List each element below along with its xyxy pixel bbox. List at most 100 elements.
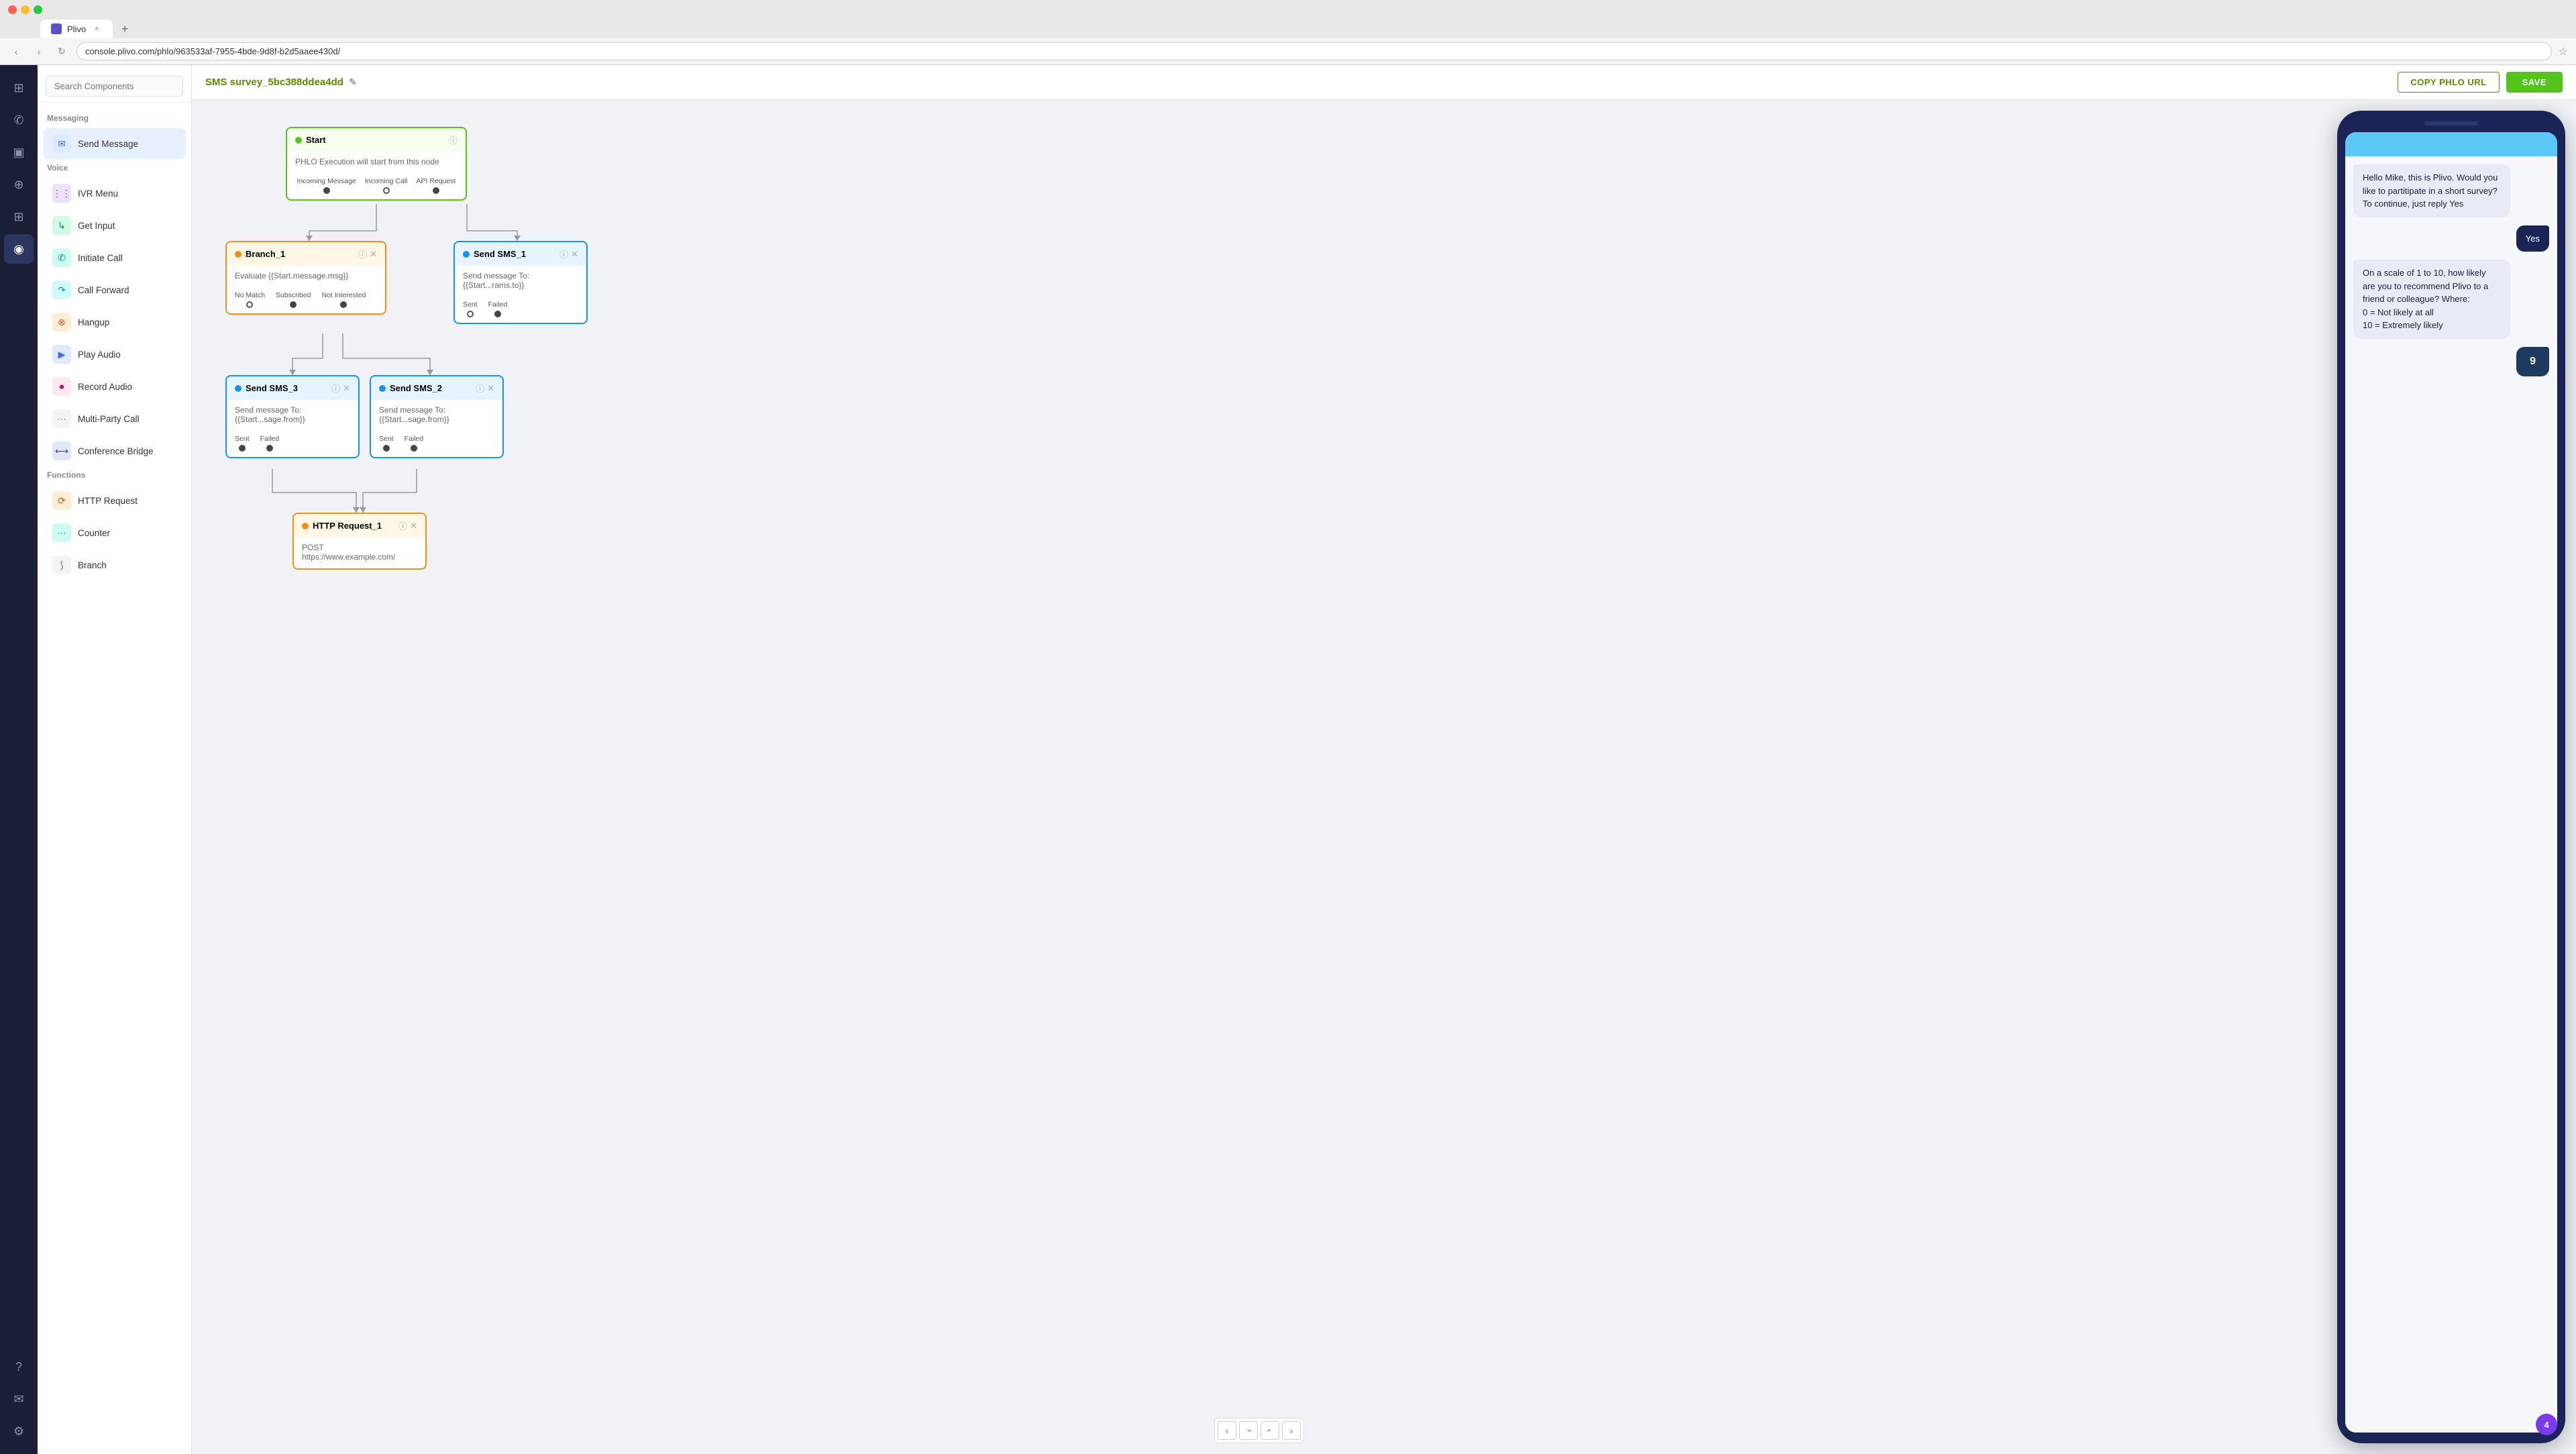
send-sms1-close-icon[interactable]: ✕ [571,249,578,260]
refresh-button[interactable]: ↻ [54,44,70,60]
port-no-match: No Match [235,291,265,308]
search-input[interactable] [46,76,183,97]
canvas[interactable]: Start ⓘ PHLO Execution will start from t… [192,100,2326,1454]
component-initiate-call[interactable]: ✆ Initiate Call [43,242,186,273]
notification-badge: 4 [2536,1414,2557,1435]
send-sms2-description: Send message To: {{Start...sage.from}} [379,405,449,424]
send-sms3-node[interactable]: Send SMS_3 ⓘ ✕ Send message To: {{Start.… [225,375,360,458]
httpreq1-info-icon[interactable]: ⓘ [398,519,407,532]
component-branch[interactable]: ⟆ Branch [43,550,186,580]
canvas-nav-up[interactable]: ‹ [1239,1421,1258,1440]
sidebar-search-icon[interactable]: ⊕ [4,170,34,199]
send-sms3-info-icon[interactable]: ⓘ [331,382,340,395]
component-http-request[interactable]: ⟳ HTTP Request [43,485,186,516]
send-sms1-icons: ⓘ ✕ [559,248,578,260]
icon-sidebar: ⊞ ✆ ▣ ⊕ ⊞ ◉ ? ✉ ⚙ [0,65,38,1454]
start-info-icon[interactable]: ⓘ [449,134,458,146]
component-multi-party-call[interactable]: ⋯ Multi-Party Call [43,403,186,434]
component-play-audio[interactable]: ▶ Play Audio [43,339,186,370]
sidebar-home-icon[interactable]: ⊞ [4,73,34,103]
sidebar-flow-icon[interactable]: ◉ [4,234,34,264]
httpreq1-header: HTTP Request_1 ⓘ ✕ [294,514,425,537]
send-sms2-title-text: Send SMS_2 [390,383,442,393]
send-sms2-node[interactable]: Send SMS_2 ⓘ ✕ Send message To: {{Start.… [370,375,504,458]
sidebar-settings-icon[interactable]: ⚙ [4,1416,34,1446]
record-audio-icon: ⏺ [52,377,71,396]
copy-phlo-url-button[interactable]: COPY PHLO URL [2398,72,2499,93]
component-counter[interactable]: ⋯ Counter [43,517,186,548]
phlo-title-text: SMS survey_5bc388ddea4dd [205,76,343,88]
multi-party-icon: ⋯ [52,409,71,428]
http-request-label: HTTP Request [78,496,138,506]
httpreq1-dot [302,523,309,529]
canvas-nav-down[interactable]: ‹ [1260,1421,1279,1440]
canvas-nav-left[interactable]: ‹ [1218,1421,1236,1440]
traffic-light-red[interactable] [8,5,17,14]
sidebar-help-icon[interactable]: ? [4,1352,34,1382]
send-sms1-info-icon[interactable]: ⓘ [559,248,568,260]
send-sms1-dot [463,251,470,258]
conference-bridge-label: Conference Bridge [78,446,154,456]
branch1-ports: No Match Subscribed Not Interested [227,287,385,313]
port-sent-3: Sent [235,435,250,452]
port-not-interested: Not Interested [321,291,366,308]
start-node[interactable]: Start ⓘ PHLO Execution will start from t… [286,127,467,201]
component-get-input[interactable]: ↳ Get Input [43,210,186,241]
connectors-svg [205,113,2313,717]
port-sent-1: Sent [463,301,478,317]
send-sms2-info-icon[interactable]: ⓘ [476,382,484,395]
tab-close-btn[interactable]: × [91,23,102,34]
branch1-description: Evaluate {{Start.message.msg}} [235,271,348,280]
components-panel: Messaging ✉ Send Message Voice ⋮⋮ IVR Me… [38,65,192,1454]
component-send-message[interactable]: ✉ Send Message [43,128,186,159]
save-button[interactable]: SAVE [2506,72,2563,93]
port-sent-3-label: Sent [235,435,250,443]
tab-new-btn[interactable]: + [115,19,134,38]
sidebar-messages-icon[interactable]: ▣ [4,138,34,167]
branch1-close-icon[interactable]: ✕ [370,249,377,260]
sidebar-mail-icon[interactable]: ✉ [4,1384,34,1414]
multi-party-label: Multi-Party Call [78,414,140,424]
edit-title-icon[interactable]: ✎ [349,76,357,88]
port-api-request: API Request [417,177,456,194]
sidebar-apps-icon[interactable]: ⊞ [4,202,34,231]
branch1-node[interactable]: Branch_1 ⓘ ✕ Evaluate {{Start.message.ms… [225,241,386,315]
component-ivr-menu[interactable]: ⋮⋮ IVR Menu [43,178,186,209]
voice-section-label: Voice [38,160,191,176]
back-button[interactable]: ‹ [8,44,24,60]
top-bar: SMS survey_5bc388ddea4dd ✎ COPY PHLO URL… [192,65,2576,100]
phone-preview: Hello Mike, this is Plivo. Would you lik… [2337,111,2565,1443]
phone-status-bar [2345,132,2557,156]
http-request1-node[interactable]: HTTP Request_1 ⓘ ✕ POST https://www.exam… [292,513,427,570]
branch1-info-icon[interactable]: ⓘ [358,248,367,260]
play-audio-icon: ▶ [52,345,71,364]
send-sms2-title: Send SMS_2 [379,383,442,393]
component-record-audio[interactable]: ⏺ Record Audio [43,371,186,402]
chat-bubble-3: 9 [2516,347,2549,376]
component-conference-bridge[interactable]: ⟷ Conference Bridge [43,435,186,466]
traffic-light-yellow[interactable] [21,5,30,14]
send-sms1-node[interactable]: Send SMS_1 ⓘ ✕ Send message To: {{Start.… [453,241,588,324]
port-incoming-message-label: Incoming Message [297,177,356,185]
branch-icon: ⟆ [52,556,71,574]
tab-bar: Plivo × + [0,19,2576,38]
port-incoming-message: Incoming Message [297,177,356,194]
traffic-light-green[interactable] [34,5,42,14]
component-hangup[interactable]: ⊗ Hangup [43,307,186,337]
address-bar[interactable] [76,42,2552,60]
port-failed-1-dot [494,311,501,317]
component-call-forward[interactable]: ↷ Call Forward [43,274,186,305]
send-sms3-close-icon[interactable]: ✕ [343,383,350,394]
send-sms2-close-icon[interactable]: ✕ [487,383,494,394]
canvas-nav-right[interactable]: › [1282,1421,1301,1440]
canvas-phone-row: Start ⓘ PHLO Execution will start from t… [192,100,2576,1454]
httpreq1-close-icon[interactable]: ✕ [410,521,417,531]
top-bar-actions: COPY PHLO URL SAVE [2398,72,2563,93]
bookmark-icon[interactable]: ☆ [2559,45,2568,58]
call-forward-icon: ↷ [52,280,71,299]
sidebar-phone-icon[interactable]: ✆ [4,105,34,135]
port-subscribed-label: Subscribed [276,291,311,299]
forward-button[interactable]: › [31,44,47,60]
browser-tab[interactable]: Plivo × [40,19,113,38]
port-failed-3-label: Failed [260,435,280,443]
